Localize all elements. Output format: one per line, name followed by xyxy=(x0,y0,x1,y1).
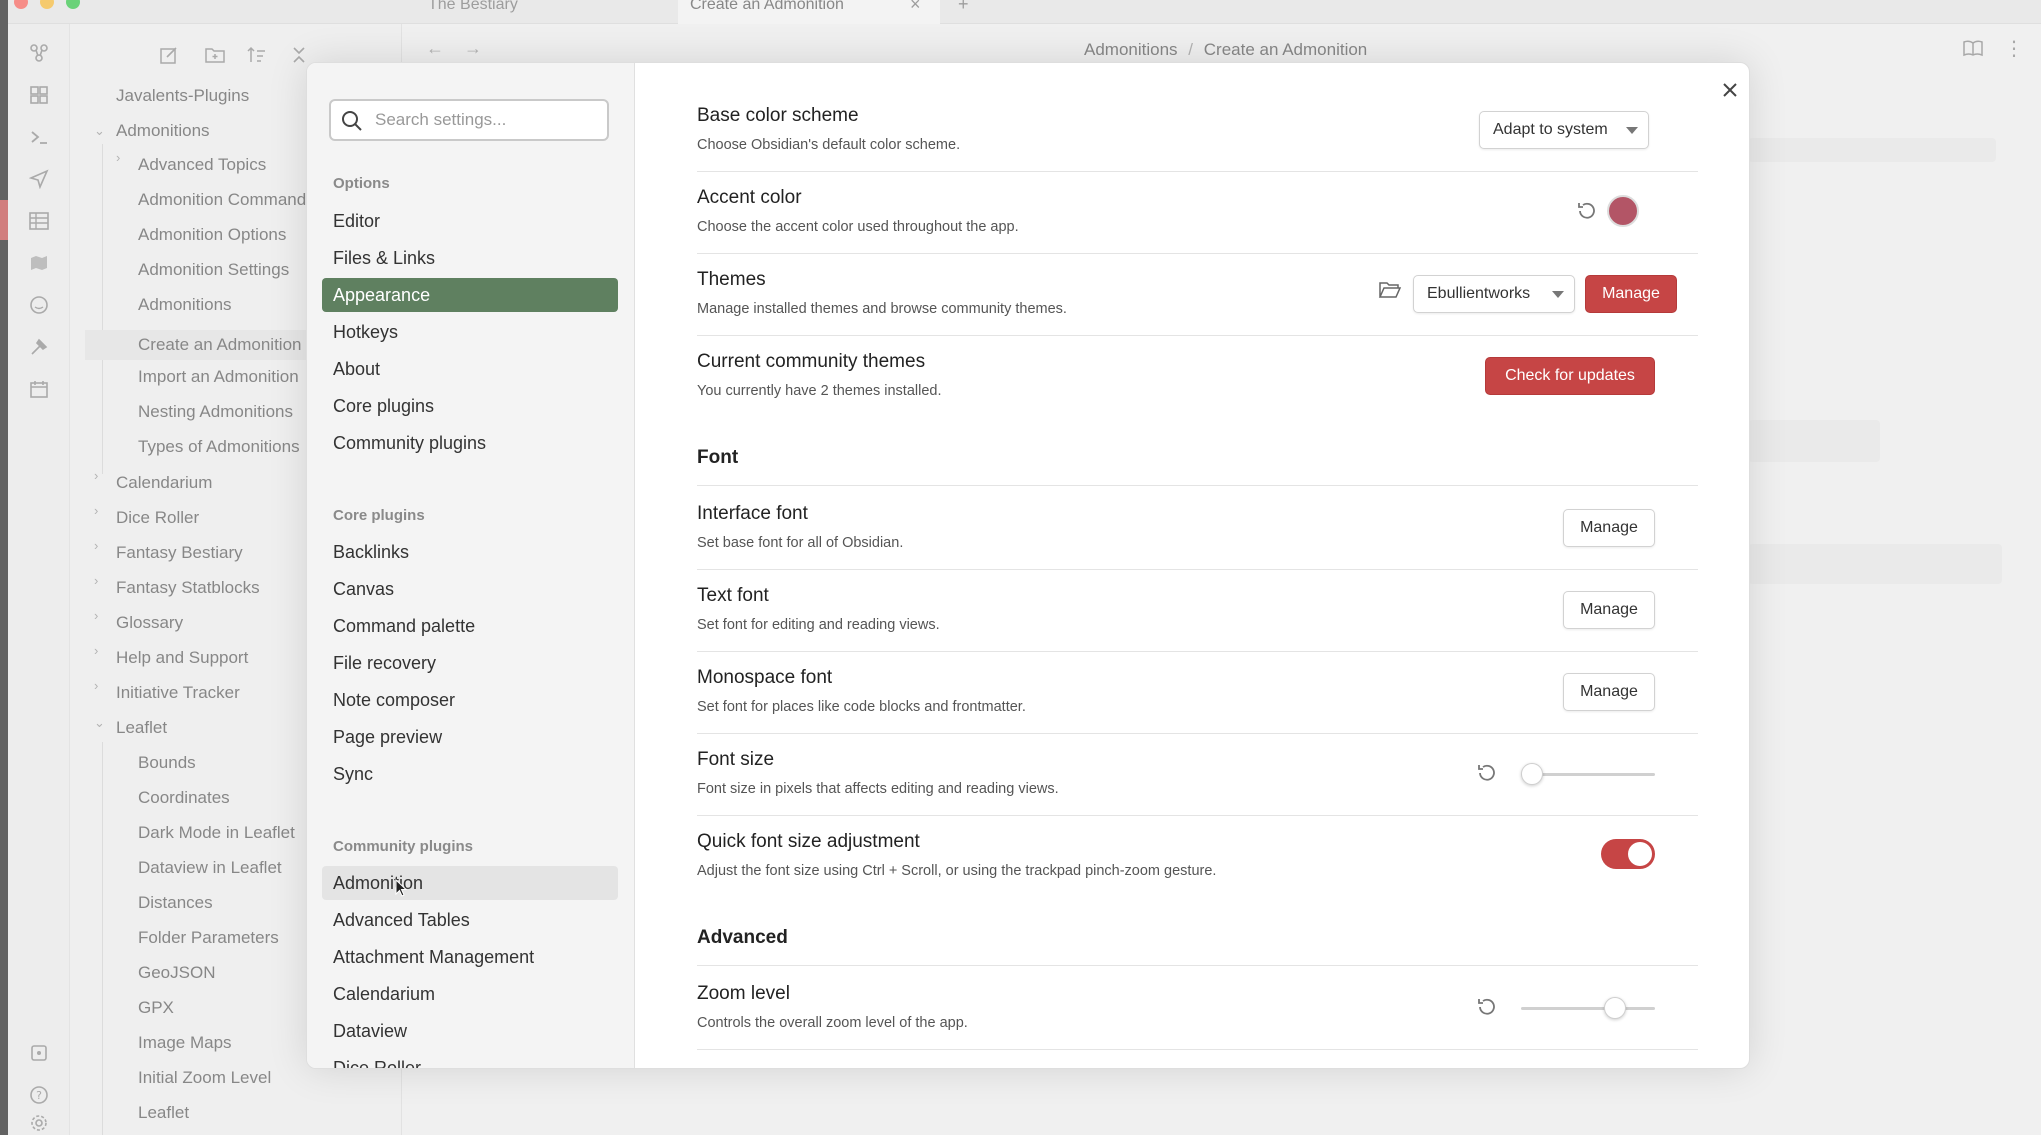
reset-icon[interactable] xyxy=(1475,995,1499,1019)
divider xyxy=(697,965,1698,966)
setting-title-monospace-font: Monospace font xyxy=(697,667,833,688)
divider xyxy=(697,651,1698,652)
manage-monospace-font-button[interactable]: Manage xyxy=(1563,673,1655,711)
setting-title-interface-font: Interface font xyxy=(697,503,808,524)
divider xyxy=(697,1049,1698,1050)
nav-item-command-palette[interactable]: Command palette xyxy=(322,609,618,643)
setting-desc-monospace-font: Set font for places like code blocks and… xyxy=(697,699,1026,715)
setting-desc-zoom-level: Controls the overall zoom level of the a… xyxy=(697,1015,968,1031)
nav-item-note-composer[interactable]: Note composer xyxy=(322,683,618,717)
nav-item-core-plugins[interactable]: Core plugins xyxy=(322,389,618,423)
search-icon xyxy=(341,110,363,137)
settings-search-input[interactable] xyxy=(375,109,601,131)
font-size-slider-thumb[interactable] xyxy=(1520,763,1543,785)
setting-desc-interface-font: Set base font for all of Obsidian. xyxy=(697,535,904,551)
manage-interface-font-button[interactable]: Manage xyxy=(1563,509,1655,547)
appearance-settings: Base color scheme Choose Obsidian's defa… xyxy=(635,63,1749,1068)
divider xyxy=(697,171,1698,172)
setting-title-text-font: Text font xyxy=(697,585,769,606)
setting-title-quick-font: Quick font size adjustment xyxy=(697,831,920,852)
settings-search-box[interactable] xyxy=(329,99,609,141)
nav-item-page-preview[interactable]: Page preview xyxy=(322,720,618,754)
nav-item-files-links[interactable]: Files & Links xyxy=(322,241,618,275)
setting-desc-text-font: Set font for editing and reading views. xyxy=(697,617,940,633)
nav-item-hotkeys[interactable]: Hotkeys xyxy=(322,315,618,349)
chevron-down-icon xyxy=(1552,291,1564,298)
check-for-updates-button[interactable]: Check for updates xyxy=(1485,357,1655,395)
setting-desc-base-color: Choose Obsidian's default color scheme. xyxy=(697,137,961,153)
setting-desc-community-themes: You currently have 2 themes installed. xyxy=(697,383,942,399)
dropdown-value: Adapt to system xyxy=(1493,121,1608,138)
divider xyxy=(697,733,1698,734)
open-themes-folder-icon[interactable] xyxy=(1377,277,1403,303)
mouse-cursor-icon xyxy=(395,878,408,902)
nav-item-admonition[interactable]: Admonition xyxy=(322,866,618,900)
nav-item-dataview[interactable]: Dataview xyxy=(322,1014,618,1048)
quick-font-size-toggle[interactable] xyxy=(1601,839,1655,869)
section-heading-community-plugins: Community plugins xyxy=(333,838,473,855)
setting-desc-accent-color: Choose the accent color used throughout … xyxy=(697,219,1019,235)
setting-desc-font-size: Font size in pixels that affects editing… xyxy=(697,781,1059,797)
section-heading-core-plugins: Core plugins xyxy=(333,507,425,524)
settings-modal: Options Editor Files & Links Appearance … xyxy=(306,62,1750,1069)
setting-title-base-color: Base color scheme xyxy=(697,105,859,126)
nav-item-advanced-tables[interactable]: Advanced Tables xyxy=(322,903,618,937)
settings-sidebar: Options Editor Files & Links Appearance … xyxy=(307,63,635,1068)
divider xyxy=(697,815,1698,816)
zoom-level-slider-thumb[interactable] xyxy=(1603,997,1626,1019)
setting-title-themes: Themes xyxy=(697,269,766,290)
toggle-knob xyxy=(1628,842,1652,866)
setting-title-community-themes: Current community themes xyxy=(697,351,926,372)
divider xyxy=(697,569,1698,570)
nav-item-community-plugins[interactable]: Community plugins xyxy=(322,426,618,460)
nav-item-backlinks[interactable]: Backlinks xyxy=(322,535,618,569)
setting-desc-themes: Manage installed themes and browse commu… xyxy=(697,301,1067,317)
setting-title-font-size: Font size xyxy=(697,749,775,770)
nav-item-dice-roller[interactable]: Dice Roller xyxy=(322,1051,618,1068)
nav-item-calendarium[interactable]: Calendarium xyxy=(322,977,618,1011)
divider xyxy=(697,485,1698,486)
accent-color-swatch[interactable] xyxy=(1607,195,1639,227)
zoom-level-slider-track[interactable] xyxy=(1521,1007,1655,1010)
section-title-font: Font xyxy=(697,447,739,468)
setting-title-accent-color: Accent color xyxy=(697,187,802,208)
divider xyxy=(697,253,1698,254)
nav-item-appearance[interactable]: Appearance xyxy=(322,278,618,312)
dropdown-value: Ebullientworks xyxy=(1427,285,1531,302)
section-heading-options: Options xyxy=(333,175,390,192)
reset-icon[interactable] xyxy=(1575,199,1599,223)
manage-text-font-button[interactable]: Manage xyxy=(1563,591,1655,629)
nav-item-about[interactable]: About xyxy=(322,352,618,386)
setting-title-zoom-level: Zoom level xyxy=(697,983,790,1004)
theme-dropdown[interactable]: Ebullientworks xyxy=(1413,275,1575,313)
chevron-down-icon xyxy=(1626,127,1638,134)
nav-item-sync[interactable]: Sync xyxy=(322,757,618,791)
nav-item-editor[interactable]: Editor xyxy=(322,204,618,238)
section-title-advanced: Advanced xyxy=(697,927,788,948)
divider xyxy=(697,335,1698,336)
reset-icon[interactable] xyxy=(1475,761,1499,785)
nav-item-attachment-management[interactable]: Attachment Management xyxy=(322,940,618,974)
setting-desc-quick-font: Adjust the font size using Ctrl + Scroll… xyxy=(697,863,1217,879)
nav-item-file-recovery[interactable]: File recovery xyxy=(322,646,618,680)
base-color-scheme-dropdown[interactable]: Adapt to system xyxy=(1479,111,1649,149)
manage-themes-button[interactable]: Manage xyxy=(1585,275,1677,313)
nav-item-canvas[interactable]: Canvas xyxy=(322,572,618,606)
